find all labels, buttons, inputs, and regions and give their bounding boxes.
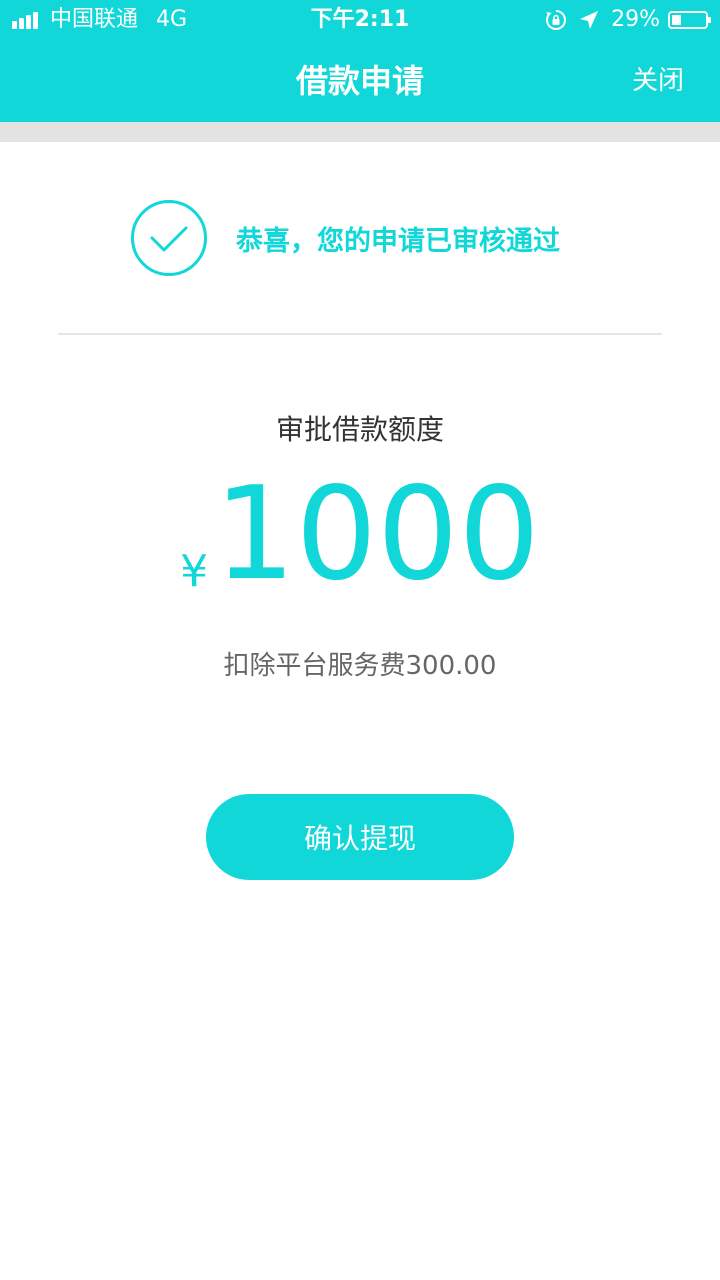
page-title: 借款申请: [295, 62, 424, 100]
checkmark-circle-icon: [131, 200, 207, 276]
battery-percent: 29%: [611, 7, 660, 32]
rotation-lock-icon: [545, 9, 567, 31]
success-row: 恭喜，您的申请已审核通过: [130, 198, 560, 278]
success-message: 恭喜，您的申请已审核通过: [236, 225, 560, 257]
divider: [58, 333, 662, 335]
amount-value: 1000: [214, 460, 540, 609]
battery-icon: [668, 11, 711, 29]
close-button[interactable]: 关闭: [632, 56, 684, 106]
header-separator-band: [0, 122, 720, 142]
service-fee-text: 扣除平台服务费300.00: [223, 651, 497, 681]
status-right: 29%: [545, 0, 711, 40]
location-arrow-icon: [579, 10, 599, 30]
app-header: 中国联通 4G 下午2:11 29% 借款申请 关闭: [0, 0, 720, 122]
amount-label: 审批借款额度: [275, 413, 444, 446]
confirm-withdraw-button[interactable]: 确认提现: [206, 794, 514, 880]
amount-display: ¥1000: [0, 470, 720, 600]
currency-symbol: ¥: [180, 546, 209, 597]
status-bar: 中国联通 4G 下午2:11 29%: [0, 0, 720, 40]
